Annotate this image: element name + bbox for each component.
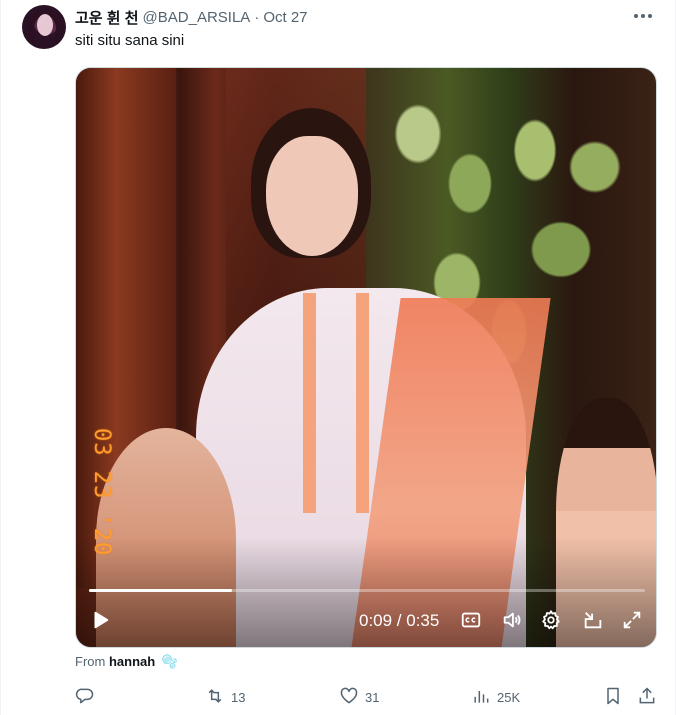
- video-time: 0:09 / 0:35: [359, 611, 440, 630]
- display-name[interactable]: 고운 휜 천: [75, 7, 139, 28]
- video-progress-fill: [89, 589, 232, 592]
- gear-icon[interactable]: [539, 608, 563, 632]
- share-button[interactable]: [637, 686, 657, 709]
- volume-icon[interactable]: [500, 608, 524, 632]
- share-icon: [637, 686, 657, 709]
- like-count: 31: [365, 690, 380, 705]
- bookmark-icon: [603, 686, 623, 709]
- fullscreen-icon[interactable]: [620, 608, 644, 632]
- bookmark-button[interactable]: [603, 686, 623, 709]
- avatar[interactable]: [22, 5, 66, 49]
- like-button[interactable]: 31: [339, 686, 379, 709]
- video-datestamp: 03 23 '20: [89, 428, 114, 557]
- retweet-count: 13: [231, 690, 246, 705]
- source-prefix: From: [75, 654, 106, 669]
- views-count: 25K: [497, 690, 521, 705]
- tweet-header: 고운 휜 천 @BAD_ARSILA · Oct 27: [75, 7, 308, 27]
- source-emoji: 🫧: [161, 654, 179, 669]
- separator-dot: ·: [254, 8, 260, 26]
- video-controls: 0:09 / 0:35: [76, 608, 656, 638]
- retweet-button[interactable]: 13: [205, 686, 245, 709]
- tweet-date[interactable]: Oct 27: [263, 9, 307, 26]
- retweet-icon: [205, 686, 225, 709]
- more-horizontal-icon[interactable]: [631, 6, 655, 26]
- video-frame-face: [266, 136, 358, 256]
- views-icon: [471, 686, 491, 709]
- avatar-face: [37, 14, 53, 36]
- tweet-text: siti situ sana sini: [75, 32, 185, 49]
- picture-in-picture-icon[interactable]: [581, 608, 605, 632]
- source-author[interactable]: hannah: [109, 654, 155, 669]
- heart-icon: [339, 686, 359, 709]
- captions-icon[interactable]: [459, 608, 483, 632]
- video-player[interactable]: 03 23 '20 0:09 / 0:35: [75, 67, 657, 648]
- tweet-actions: 13 31 25K: [75, 686, 657, 708]
- views-button[interactable]: 25K: [471, 686, 520, 709]
- reply-button[interactable]: [75, 686, 101, 709]
- video-progress-bar[interactable]: [89, 589, 645, 592]
- user-handle[interactable]: @BAD_ARSILA: [143, 9, 251, 26]
- play-icon[interactable]: [88, 608, 112, 632]
- tweet[interactable]: 고운 휜 천 @BAD_ARSILA · Oct 27 siti situ sa…: [0, 0, 676, 715]
- source-attribution: From hannah 🫧: [75, 654, 178, 670]
- reply-icon: [75, 686, 95, 709]
